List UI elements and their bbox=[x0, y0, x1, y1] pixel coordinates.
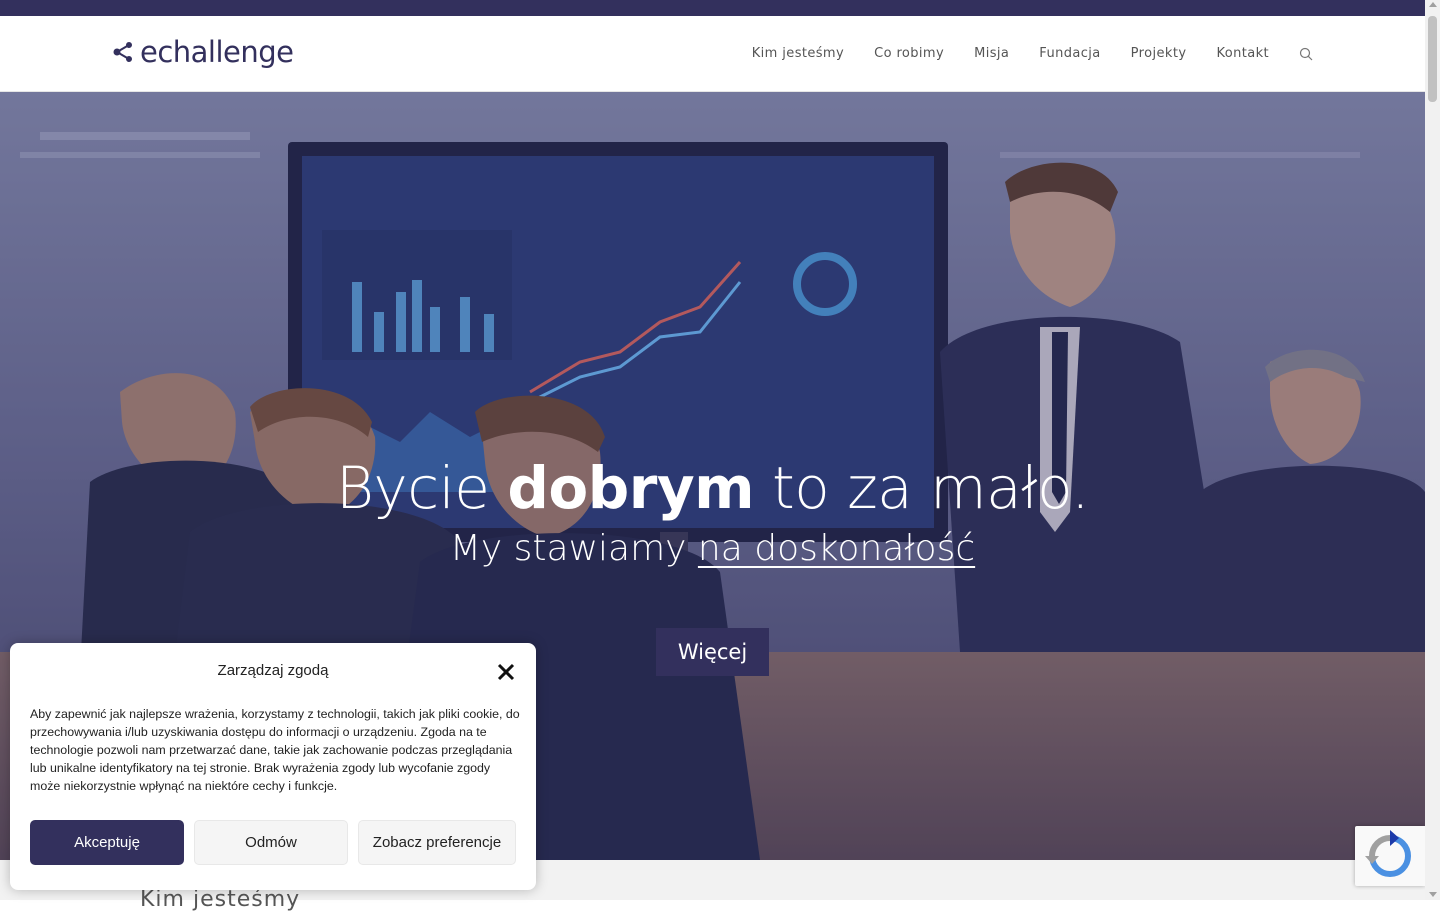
scroll-thumb[interactable] bbox=[1428, 16, 1437, 102]
main-nav: Kim jesteśmy Co robimy Misja Fundacja Pr… bbox=[722, 16, 1313, 91]
nav-item-misja[interactable]: Misja bbox=[974, 46, 1009, 61]
logo-text: echallenge bbox=[140, 35, 294, 69]
nav-item-projekty[interactable]: Projekty bbox=[1131, 46, 1187, 61]
scroll-up-arrow-icon[interactable] bbox=[1429, 2, 1437, 7]
nav-item-kontakt[interactable]: Kontakt bbox=[1216, 46, 1269, 61]
hero-title-part1: Bycie bbox=[335, 454, 508, 522]
hero-subtitle: My stawiamy na doskonałość bbox=[0, 528, 1425, 569]
more-button[interactable]: Więcej bbox=[656, 628, 769, 676]
consent-title: Zarządzaj zgodą bbox=[217, 662, 329, 679]
hero-title-part2: to za mało. bbox=[754, 454, 1090, 522]
scroll-down-arrow-icon[interactable] bbox=[1429, 892, 1437, 897]
consent-text: Aby zapewnić jak najlepsze wrażenia, kor… bbox=[30, 707, 520, 793]
preferences-button[interactable]: Zobacz preferencje bbox=[358, 820, 516, 865]
site-header: echallenge Kim jesteśmy Co robimy Misja … bbox=[0, 16, 1425, 92]
site-logo[interactable]: echallenge bbox=[112, 34, 294, 70]
hero-title: Bycie dobrym to za mało. bbox=[0, 454, 1425, 522]
search-icon[interactable] bbox=[1299, 47, 1313, 61]
nav-item-kim-jestesmy[interactable]: Kim jesteśmy bbox=[752, 46, 844, 61]
hero-subtitle-text: My stawiamy bbox=[449, 528, 698, 569]
nav-item-co-robimy[interactable]: Co robimy bbox=[874, 46, 944, 61]
share-logo-icon bbox=[113, 42, 132, 62]
close-icon[interactable] bbox=[497, 663, 515, 681]
accept-button[interactable]: Akceptuję bbox=[30, 820, 184, 865]
hero-subtitle-link[interactable]: na doskonałość bbox=[698, 528, 975, 569]
hero-title-bold: dobrym bbox=[507, 454, 755, 522]
top-accent-bar bbox=[0, 0, 1425, 16]
nav-item-fundacja[interactable]: Fundacja bbox=[1039, 46, 1100, 61]
recaptcha-icon bbox=[1365, 830, 1411, 877]
consent-dialog: Zarządzaj zgodą Aby zapewnić jak najleps… bbox=[10, 643, 536, 890]
deny-button[interactable]: Odmów bbox=[194, 820, 348, 865]
recaptcha-badge[interactable] bbox=[1355, 826, 1425, 886]
page-scrollbar[interactable] bbox=[1425, 0, 1440, 900]
